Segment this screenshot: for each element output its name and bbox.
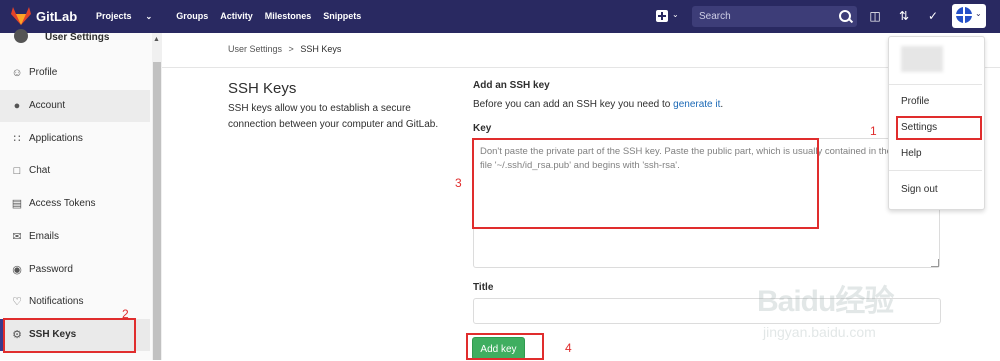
annotation-number: 2	[122, 307, 129, 321]
form-intro: Before you can add an SSH key you need t…	[473, 99, 723, 110]
header-divider	[162, 67, 1000, 68]
title-label: Title	[473, 282, 494, 293]
dropdown-help[interactable]: Help	[901, 148, 922, 159]
annotation-box-ssh-keys	[3, 318, 136, 353]
sidebar-toggle-icon[interactable]: ◫	[868, 9, 882, 23]
sidebar-item-chat[interactable]: □ Chat	[0, 155, 150, 187]
todo-check-icon[interactable]: ✓	[926, 9, 940, 23]
sidebar-item-label: Access Tokens	[29, 198, 96, 209]
nav-activity[interactable]: Activity	[220, 11, 253, 21]
grid-icon: ∷	[13, 133, 21, 145]
baidu-watermark: Baidu经验 jingyan.baidu.com	[757, 276, 957, 348]
breadcrumb-separator: >	[288, 44, 294, 54]
watermark-subtext: jingyan.baidu.com	[763, 324, 876, 340]
nav-milestones[interactable]: Milestones	[265, 11, 312, 21]
sidebar-scrollbar-thumb[interactable]	[153, 62, 161, 360]
sidebar-item-label: Chat	[29, 165, 51, 176]
search-placeholder: Search	[699, 11, 731, 22]
search-input[interactable]: Search	[692, 6, 857, 27]
page-title: SSH Keys	[228, 80, 297, 97]
chat-icon: □	[13, 165, 21, 177]
user-avatar-icon	[14, 29, 28, 43]
sidebar-item-label: Emails	[29, 231, 60, 242]
sidebar-item-applications[interactable]: ∷ Applications	[0, 123, 150, 155]
annotation-number: 4	[565, 341, 572, 355]
sidebar-header: User Settings	[0, 29, 152, 49]
dropdown-sign-out[interactable]: Sign out	[901, 184, 938, 195]
user-circle-icon: ☺	[11, 67, 23, 79]
blurred-username	[901, 46, 943, 72]
breadcrumb-current[interactable]: SSH Keys	[300, 44, 341, 54]
sidebar-header-label: User Settings	[45, 32, 110, 43]
page-description: SSH keys allow you to establish a secure…	[228, 103, 439, 130]
brand-name[interactable]: GitLab	[36, 9, 77, 24]
watermark-text: Baidu经验	[757, 285, 894, 318]
new-item-plus-icon[interactable]	[656, 10, 668, 22]
search-icon[interactable]	[839, 10, 851, 22]
dropdown-profile[interactable]: Profile	[901, 96, 929, 107]
chevron-down-icon[interactable]: ⌄	[672, 10, 679, 19]
nav-snippets[interactable]: Snippets	[323, 11, 361, 21]
users-icon: ●	[13, 100, 21, 112]
chevron-down-icon: ⌄	[145, 12, 153, 21]
top-navbar: GitLab Projects ⌄ Groups Activity Milesto…	[0, 0, 1000, 33]
key-label: Key	[473, 123, 492, 134]
annotation-box-add-key	[466, 333, 544, 360]
scroll-up-arrow-icon[interactable]: ▲	[153, 36, 160, 43]
annotation-box-key	[472, 138, 819, 229]
breadcrumb-parent[interactable]: User Settings	[228, 44, 282, 54]
annotation-number: 1	[870, 124, 877, 138]
sidebar-item-label: Profile	[29, 67, 58, 78]
form-title: Add an SSH key	[473, 80, 550, 91]
lock-icon: ◉	[12, 264, 22, 276]
annotation-number: 3	[455, 176, 462, 190]
bell-icon: ♡	[12, 296, 22, 308]
sidebar-item-profile[interactable]: ☺ Profile	[0, 57, 150, 89]
globe-avatar-icon	[956, 7, 972, 23]
breadcrumb: User Settings > SSH Keys	[228, 44, 341, 54]
main-nav: Projects ⌄ Groups Activity Milestones Sni…	[96, 11, 373, 21]
sidebar-item-label: Notifications	[29, 296, 84, 307]
nav-groups[interactable]: Groups	[176, 11, 208, 21]
envelope-icon: ✉	[12, 231, 22, 243]
chevron-down-icon: ⌄	[975, 9, 982, 18]
annotation-box-settings	[896, 116, 982, 140]
sidebar-item-password[interactable]: ◉ Password	[0, 254, 150, 286]
settings-sidebar: User Settings ☺ Profile ● Account ∷ Appl…	[0, 29, 153, 360]
form-intro-text: Before you can add an SSH key you need t…	[473, 99, 674, 110]
dropdown-divider	[889, 170, 982, 171]
user-avatar-menu[interactable]: ⌄	[952, 4, 986, 28]
sidebar-item-access-tokens[interactable]: ▤ Access Tokens	[0, 188, 150, 220]
sidebar-item-emails[interactable]: ✉ Emails	[0, 221, 150, 253]
dropdown-divider	[889, 84, 982, 85]
textarea-resize-handle[interactable]	[931, 259, 939, 267]
sidebar-item-label: Account	[29, 100, 66, 111]
sidebar-item-account[interactable]: ● Account	[0, 90, 150, 122]
nav-projects[interactable]: Projects ⌄	[96, 11, 164, 21]
form-intro-suffix: .	[720, 99, 724, 110]
token-icon: ▤	[11, 198, 23, 210]
merge-request-icon[interactable]: ⇅	[897, 9, 911, 23]
gitlab-logo-icon[interactable]	[10, 6, 32, 26]
sidebar-item-label: Applications	[29, 133, 83, 144]
nav-projects-label: Projects	[96, 11, 132, 21]
sidebar-item-label: Password	[29, 264, 73, 275]
generate-it-link[interactable]: generate it	[673, 99, 720, 110]
